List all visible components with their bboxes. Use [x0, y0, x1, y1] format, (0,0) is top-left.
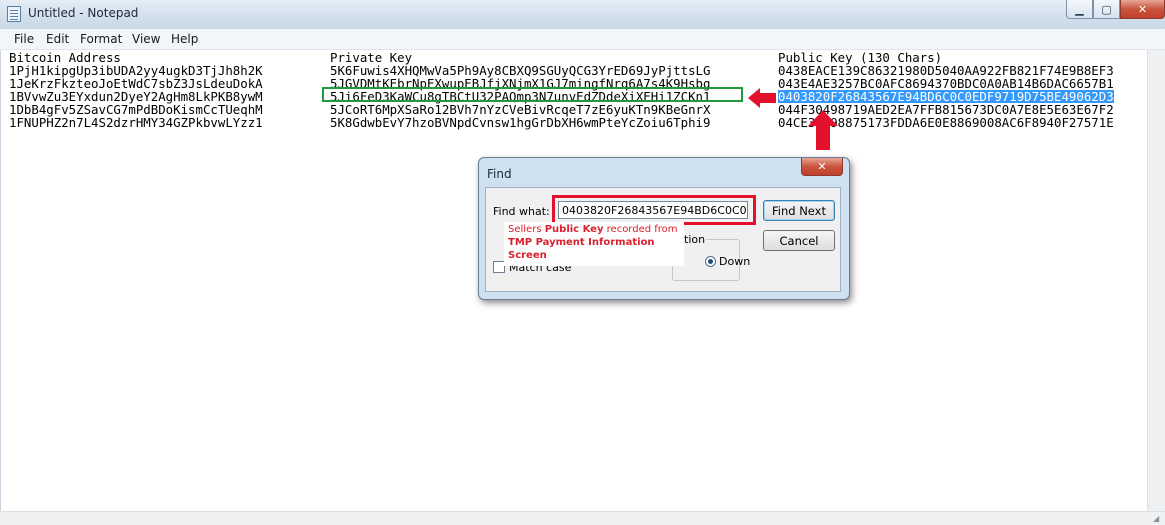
window-controls: ▁ ▢ ✕ [1066, 0, 1165, 20]
annotation-line1-prefix: Sellers [508, 224, 545, 235]
find-dialog: Find ✕ Find what: 0403820F26843567E94BD6… [478, 157, 850, 300]
annotation-line2: TMP Payment Information [508, 237, 655, 248]
menu-file[interactable]: File [14, 32, 34, 46]
maximize-icon: ▢ [1101, 2, 1112, 16]
red-up-arrow-icon [808, 110, 838, 150]
find-dialog-title: Find [487, 167, 512, 181]
horizontal-scrollbar[interactable]: ◢ [0, 511, 1165, 525]
direction-down-label: Down [719, 255, 751, 268]
find-dialog-body: Find what: 0403820F26843567E94BD6C0C0EDF… [485, 187, 841, 292]
find-what-label: Find what: [493, 205, 550, 218]
find-input-highlight-box [552, 195, 756, 225]
menu-bar: File Edit Format View Help [0, 29, 1165, 50]
maximize-button[interactable]: ▢ [1093, 0, 1120, 19]
direction-label: tion [683, 233, 707, 246]
direction-down-radio[interactable] [705, 256, 716, 267]
close-button[interactable]: ✕ [1120, 0, 1165, 19]
menu-help[interactable]: Help [171, 32, 198, 46]
minimize-icon: ▁ [1075, 2, 1084, 16]
find-next-button[interactable]: Find Next [763, 200, 835, 221]
private-key-highlight-box [322, 87, 743, 102]
annotation-line3: Screen [508, 250, 547, 261]
red-left-arrow-icon [748, 88, 776, 108]
annotation-line1-suffix: recorded from [603, 224, 678, 235]
annotation-note: Sellers Public Key recorded from TMP Pay… [504, 222, 684, 266]
close-icon: ✕ [817, 160, 827, 173]
notepad-icon [7, 6, 21, 22]
menu-edit[interactable]: Edit [46, 32, 69, 46]
minimize-button[interactable]: ▁ [1066, 0, 1093, 19]
cancel-button[interactable]: Cancel [763, 230, 835, 251]
close-icon: ✕ [1137, 2, 1148, 16]
menu-view[interactable]: View [132, 32, 160, 46]
annotation-line1-bold: Public Key [544, 224, 604, 235]
resize-grip-icon[interactable]: ◢ [1153, 514, 1163, 524]
find-dialog-close-button[interactable]: ✕ [801, 158, 843, 176]
row-5-private-key: 5K8GdwbEvY7hzoBVNpdCvnsw1hgGrDbXH6wmPteY… [330, 115, 711, 130]
title-bar: Untitled - Notepad ▁ ▢ ✕ [0, 0, 1165, 30]
window-title: Untitled - Notepad [28, 6, 139, 20]
row-5-address: 1FNUPHZ2n7L4S2dzrHMY34GZPkbvwLYzz1 [9, 115, 263, 130]
vertical-scrollbar[interactable] [1147, 50, 1165, 512]
menu-format[interactable]: Format [80, 32, 122, 46]
